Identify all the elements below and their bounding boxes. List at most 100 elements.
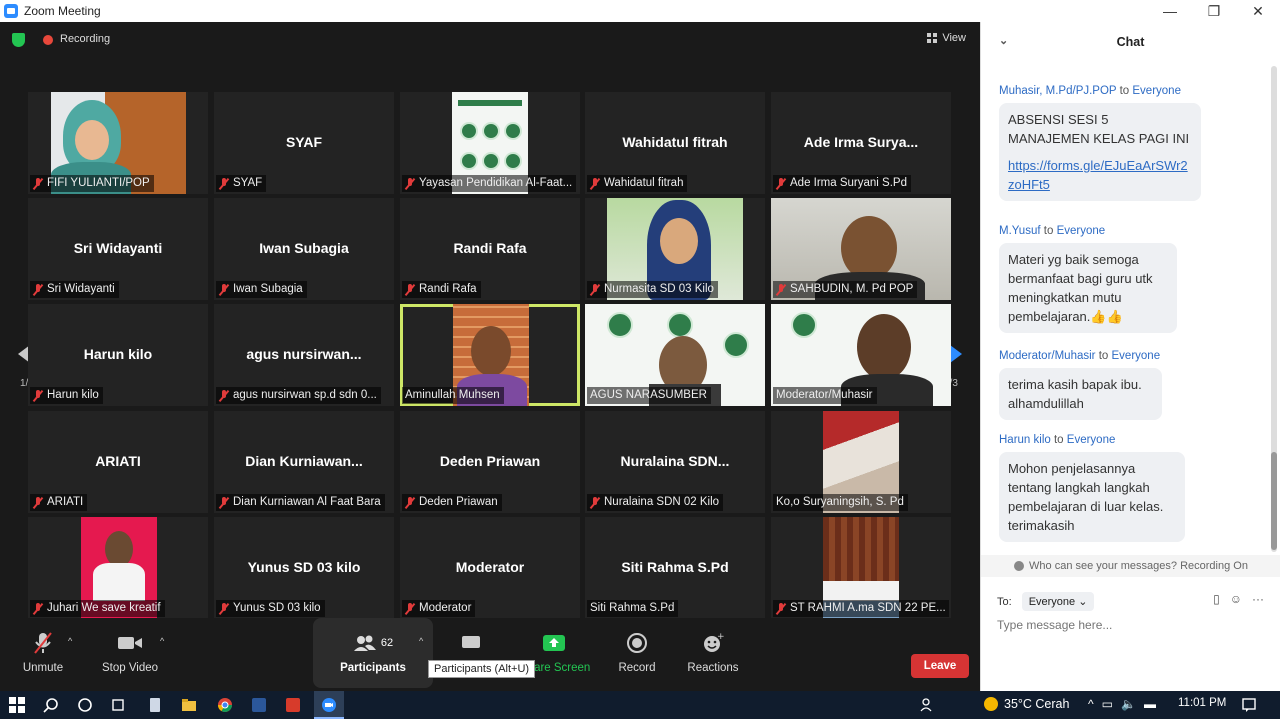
participant-name-label: agus nursirwan sp.d sdn 0...	[216, 387, 381, 404]
participant-label-text: Dian Kurniawan Al Faat Bara	[233, 496, 381, 508]
participant-label-text: Aminullah Muhsen	[405, 389, 500, 401]
record-icon	[627, 633, 647, 653]
participant-tile[interactable]: Yayasan Pendidikan Al-Faat...	[400, 92, 580, 194]
chat-button[interactable]	[458, 630, 484, 656]
chat-privacy-note[interactable]: Who can see your messages? Recording On	[981, 555, 1280, 577]
tablet-app-icon[interactable]	[146, 696, 164, 714]
word-icon[interactable]	[250, 696, 268, 714]
show-hidden-icons-icon[interactable]: ^	[1088, 697, 1094, 711]
more-icon[interactable]: ···	[1252, 592, 1264, 606]
participants-button[interactable]: 62 Participants	[340, 630, 406, 674]
participant-label-text: Siti Rahma S.Pd	[590, 602, 675, 614]
participant-tile[interactable]: Ade Irma Surya... Ade Irma Suryani S.Pd	[771, 92, 951, 194]
battery-icon[interactable]: ▬	[1144, 697, 1156, 711]
participant-tile[interactable]: Dian Kurniawan... Dian Kurniawan Al Faat …	[214, 411, 394, 513]
participant-tile[interactable]: agus nursirwan... agus nursirwan sp.d sdn…	[214, 304, 394, 406]
search-icon[interactable]	[42, 696, 60, 714]
stop-video-button[interactable]: Stop Video	[100, 630, 160, 674]
muted-microphone-icon	[219, 283, 229, 296]
message-bubble: ABSENSI SESI 5 MANAJEMEN KELAS PAGI INI …	[999, 103, 1201, 201]
participant-name-label: Wahidatul fitrah	[587, 175, 688, 192]
chat-message: M.Yusuf to Everyone Materi yg baik semog…	[999, 225, 1177, 333]
view-button[interactable]: View	[927, 32, 966, 44]
muted-microphone-icon	[33, 177, 43, 190]
participant-tile[interactable]: Nuralaina SDN... Nuralaina SDN 02 Kilo	[585, 411, 765, 513]
participants-options-chevron-icon[interactable]: ^	[419, 636, 423, 646]
participant-count: 62	[380, 637, 394, 649]
chat-collapse-chevron-icon[interactable]: ⌄	[999, 34, 1008, 47]
participant-tile[interactable]: ST RAHMI A.ma SDN 22 PE...	[771, 517, 951, 619]
chat-message-input[interactable]	[997, 618, 1267, 632]
participant-tile[interactable]: AGUS NARASUMBER	[585, 304, 765, 406]
participant-tile[interactable]: Harun kilo Harun kilo	[28, 304, 208, 406]
chat-panel: ⌄ Chat Muhasir, M.Pd/PJ.POP to Everyone …	[980, 22, 1280, 691]
reactions-button[interactable]: + Reactions	[686, 630, 740, 674]
wps-icon[interactable]	[284, 696, 302, 714]
cortana-icon[interactable]	[76, 696, 94, 714]
message-link[interactable]: https://forms.gle/EJuEaArSWr2zoHFt5	[1008, 158, 1188, 192]
close-button[interactable]: ✕	[1236, 0, 1280, 22]
participant-tile[interactable]: Yunus SD 03 kilo Yunus SD 03 kilo	[214, 517, 394, 619]
chrome-icon[interactable]	[216, 696, 234, 714]
participant-tile[interactable]: Ko,o Suryaningsih, S. Pd	[771, 411, 951, 513]
participant-tile[interactable]: Iwan Subagia Iwan Subagia	[214, 198, 394, 300]
participant-label-text: FIFI YULIANTI/POP	[47, 177, 150, 189]
network-icon[interactable]: ▭	[1102, 697, 1113, 711]
notifications-icon[interactable]	[1240, 696, 1258, 714]
file-explorer-icon[interactable]	[180, 696, 198, 714]
participants-icon	[353, 635, 376, 651]
participant-tile[interactable]: FIFI YULIANTI/POP	[28, 92, 208, 194]
unmute-button[interactable]: Unmute	[20, 630, 66, 674]
grid-view-icon	[927, 33, 938, 43]
participant-tile[interactable]: Nurmasita SD 03 Kilo	[585, 198, 765, 300]
volume-icon[interactable]: 🔈	[1121, 697, 1136, 711]
message-recipient: Everyone	[1111, 350, 1161, 362]
leave-button[interactable]: Leave	[911, 654, 969, 678]
muted-microphone-icon	[776, 283, 786, 296]
participant-tile[interactable]: ARIATI ARIATI	[28, 411, 208, 513]
weather-widget[interactable]: 35°C Cerah	[984, 697, 1069, 711]
participant-tile[interactable]: Randi Rafa Randi Rafa	[400, 198, 580, 300]
recording-label: Recording	[60, 33, 111, 45]
participant-tile[interactable]: Juhari We save kreatif	[28, 517, 208, 619]
meeting-top-bar: Recording View	[0, 22, 980, 58]
participants-label: Participants	[340, 662, 406, 674]
participant-tile[interactable]: Moderator Moderator	[400, 517, 580, 619]
participant-name-label: Harun kilo	[30, 387, 103, 404]
security-shield-icon[interactable]	[12, 33, 25, 47]
to-label: To:	[997, 595, 1012, 608]
people-icon[interactable]	[918, 696, 936, 714]
minimize-button[interactable]: —	[1148, 0, 1192, 22]
windows-start-icon[interactable]	[8, 696, 26, 714]
participant-display-name: Wahidatul fitrah	[622, 134, 728, 150]
audio-options-chevron-icon[interactable]: ^	[68, 636, 72, 646]
participant-tile[interactable]: Aminullah Muhsen	[400, 304, 580, 406]
participant-display-name: Siti Rahma S.Pd	[621, 559, 729, 575]
file-icon[interactable]: ▯	[1213, 592, 1220, 606]
participant-tile[interactable]: SYAF SYAF	[214, 92, 394, 194]
reactions-smiley-icon: +	[704, 632, 724, 652]
participant-display-name: Dian Kurniawan...	[245, 453, 363, 469]
participant-tile[interactable]: Sri Widayanti Sri Widayanti	[28, 198, 208, 300]
chat-scrollbar-thumb[interactable]	[1271, 452, 1277, 550]
participant-tile[interactable]: Siti Rahma S.Pd Siti Rahma S.Pd	[585, 517, 765, 619]
participant-tile[interactable]: Wahidatul fitrah Wahidatul fitrah	[585, 92, 765, 194]
participant-tile[interactable]: SAHBUDIN, M. Pd POP	[771, 198, 951, 300]
chat-icon	[462, 636, 480, 648]
participant-name-label: SYAF	[216, 175, 267, 192]
title-bar: Zoom Meeting — ❐ ✕	[0, 0, 1280, 22]
emoji-icon[interactable]: ☺	[1230, 592, 1242, 606]
record-label: Record	[618, 662, 656, 674]
zoom-taskbar-icon[interactable]	[320, 696, 338, 714]
muted-microphone-icon	[33, 496, 43, 509]
muted-microphone-icon	[219, 602, 229, 615]
task-view-icon[interactable]	[109, 696, 127, 714]
video-options-chevron-icon[interactable]: ^	[160, 636, 164, 646]
recipient-dropdown[interactable]: Everyone ⌄	[1021, 592, 1095, 611]
participant-tile[interactable]: Moderator/Muhasir	[771, 304, 951, 406]
muted-microphone-icon	[405, 177, 415, 190]
record-button[interactable]: Record	[617, 630, 657, 674]
muted-microphone-icon	[33, 389, 43, 402]
participant-tile[interactable]: Deden Priawan Deden Priawan	[400, 411, 580, 513]
restore-button[interactable]: ❐	[1192, 0, 1236, 22]
